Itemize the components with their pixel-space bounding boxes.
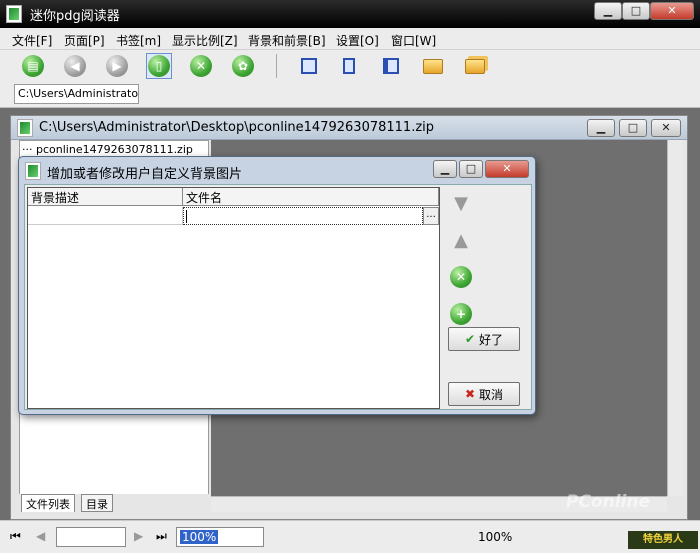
col-description-header[interactable]: 背景描述 xyxy=(28,188,183,206)
move-down-icon[interactable]: ▼ xyxy=(450,192,472,214)
cancel-button[interactable]: ✖ 取消 xyxy=(448,382,520,406)
status-bar: ⏮ ◀ ▶ ⏭ 100% 100% xyxy=(0,520,700,553)
menu-window[interactable]: 窗口[W] xyxy=(391,32,436,49)
document-path-tab[interactable]: C:\Users\Administrator\D xyxy=(14,84,139,104)
document-icon xyxy=(17,119,33,137)
view-panel-icon[interactable]: ▯ xyxy=(146,53,172,79)
page-select[interactable] xyxy=(56,527,126,547)
single-page-icon[interactable] xyxy=(336,53,362,79)
watermark-badge: 特色男人 xyxy=(628,531,698,549)
folder-icon[interactable] xyxy=(420,53,446,79)
document-title: C:\Users\Administrator\Desktop\pconline1… xyxy=(39,120,435,135)
toolbar-divider xyxy=(276,54,277,78)
menu-background[interactable]: 背景和前景[B] xyxy=(248,32,326,49)
tab-file-list[interactable]: 文件列表 xyxy=(21,494,75,512)
menu-page[interactable]: 页面[P] xyxy=(64,32,105,49)
dialog-icon xyxy=(25,162,41,180)
dialog-titlebar: 增加或者修改用户自定义背景图片 ▁ □ ✕ xyxy=(23,160,531,182)
doc-close-button[interactable]: ✕ xyxy=(651,119,681,137)
col-filename-header[interactable]: 文件名 xyxy=(183,188,439,206)
menu-settings[interactable]: 设置[O] xyxy=(336,32,379,49)
dialog-minimize-button[interactable]: ▁ xyxy=(433,160,457,178)
background-grid: 背景描述 文件名 ... xyxy=(27,187,440,409)
dialog-body: 背景描述 文件名 ... ▼ ▲ ✕ + ✔ 好了 ✖ 取消 xyxy=(24,184,532,410)
zoom-select[interactable]: 100% xyxy=(176,527,264,547)
doc-maximize-button[interactable]: □ xyxy=(619,119,647,137)
dialog-maximize-button[interactable]: □ xyxy=(459,160,483,178)
menu-file[interactable]: 文件[F] xyxy=(12,32,52,49)
ok-button[interactable]: ✔ 好了 xyxy=(448,327,520,351)
settings-icon[interactable]: ✿ xyxy=(230,53,256,79)
maximize-button[interactable]: □ xyxy=(622,2,650,20)
doc-minimize-button[interactable]: ▁ xyxy=(587,119,615,137)
watermark-brand: PConline xyxy=(566,492,651,512)
back-icon[interactable]: ◀ xyxy=(62,53,88,79)
dialog-title: 增加或者修改用户自定义背景图片 xyxy=(47,167,243,182)
toolbar: ▤ ◀ ▶ ▯ ✕ ✿ xyxy=(0,50,700,82)
open-folder-icon[interactable]: ▤ xyxy=(20,53,46,79)
stop-icon[interactable]: ✕ xyxy=(188,53,214,79)
next-page-icon[interactable]: ▶ xyxy=(134,529,143,543)
panel-tabs: 文件列表 目录 xyxy=(19,494,211,514)
forward-icon[interactable]: ▶ xyxy=(104,53,130,79)
tree-dash: ··· xyxy=(22,143,36,156)
menu-bookmark[interactable]: 书签[m] xyxy=(116,32,161,49)
move-up-icon[interactable]: ▲ xyxy=(450,229,472,251)
document-tabbar: C:\Users\Administrator\D xyxy=(0,82,700,108)
checkmark-icon: ✔ xyxy=(464,332,476,346)
prev-page-icon[interactable]: ◀ xyxy=(36,529,45,543)
first-page-icon[interactable]: ⏮ xyxy=(10,529,21,544)
zoom-select-value: 100% xyxy=(180,530,219,544)
dialog-close-button[interactable]: ✕ xyxy=(485,160,529,178)
browse-file-button[interactable]: ... xyxy=(423,207,439,225)
folders-icon[interactable] xyxy=(462,53,488,79)
tree-item-label: pconline1479263078111.zip xyxy=(36,143,193,156)
vertical-scrollbar[interactable] xyxy=(667,140,683,496)
menu-bar: 文件[F] 页面[P] 书签[m] 显示比例[Z] 背景和前景[B] 设置[O]… xyxy=(0,28,700,50)
multi-page-icon[interactable] xyxy=(296,53,322,79)
document-titlebar: C:\Users\Administrator\Desktop\pconline1… xyxy=(11,116,687,140)
background-image-dialog: 增加或者修改用户自定义背景图片 ▁ □ ✕ 背景描述 文件名 ... ▼ ▲ ✕… xyxy=(18,156,536,415)
tab-contents[interactable]: 目录 xyxy=(81,494,113,512)
app-titlebar: 迷你pdg阅读器 ▁ □ ✕ xyxy=(0,0,700,28)
zoom-readout: 100% xyxy=(478,530,513,544)
cross-icon: ✖ xyxy=(464,387,476,401)
tree-item-zip[interactable]: ··· pconline1479263078111.zip xyxy=(22,143,193,156)
last-page-icon[interactable]: ⏭ xyxy=(156,529,167,544)
app-title: 迷你pdg阅读器 xyxy=(30,9,120,24)
cell-description[interactable] xyxy=(28,207,183,225)
close-button[interactable]: ✕ xyxy=(650,2,694,20)
ok-label: 好了 xyxy=(479,332,504,347)
app-logo-icon xyxy=(6,5,22,23)
text-cursor xyxy=(186,210,187,223)
delete-icon[interactable]: ✕ xyxy=(450,266,472,288)
cell-filename[interactable] xyxy=(183,207,423,225)
cancel-label: 取消 xyxy=(479,387,504,402)
minimize-button[interactable]: ▁ xyxy=(594,2,622,20)
two-page-icon[interactable] xyxy=(378,53,404,79)
add-icon[interactable]: + xyxy=(450,303,472,325)
menu-zoom[interactable]: 显示比例[Z] xyxy=(172,32,238,49)
